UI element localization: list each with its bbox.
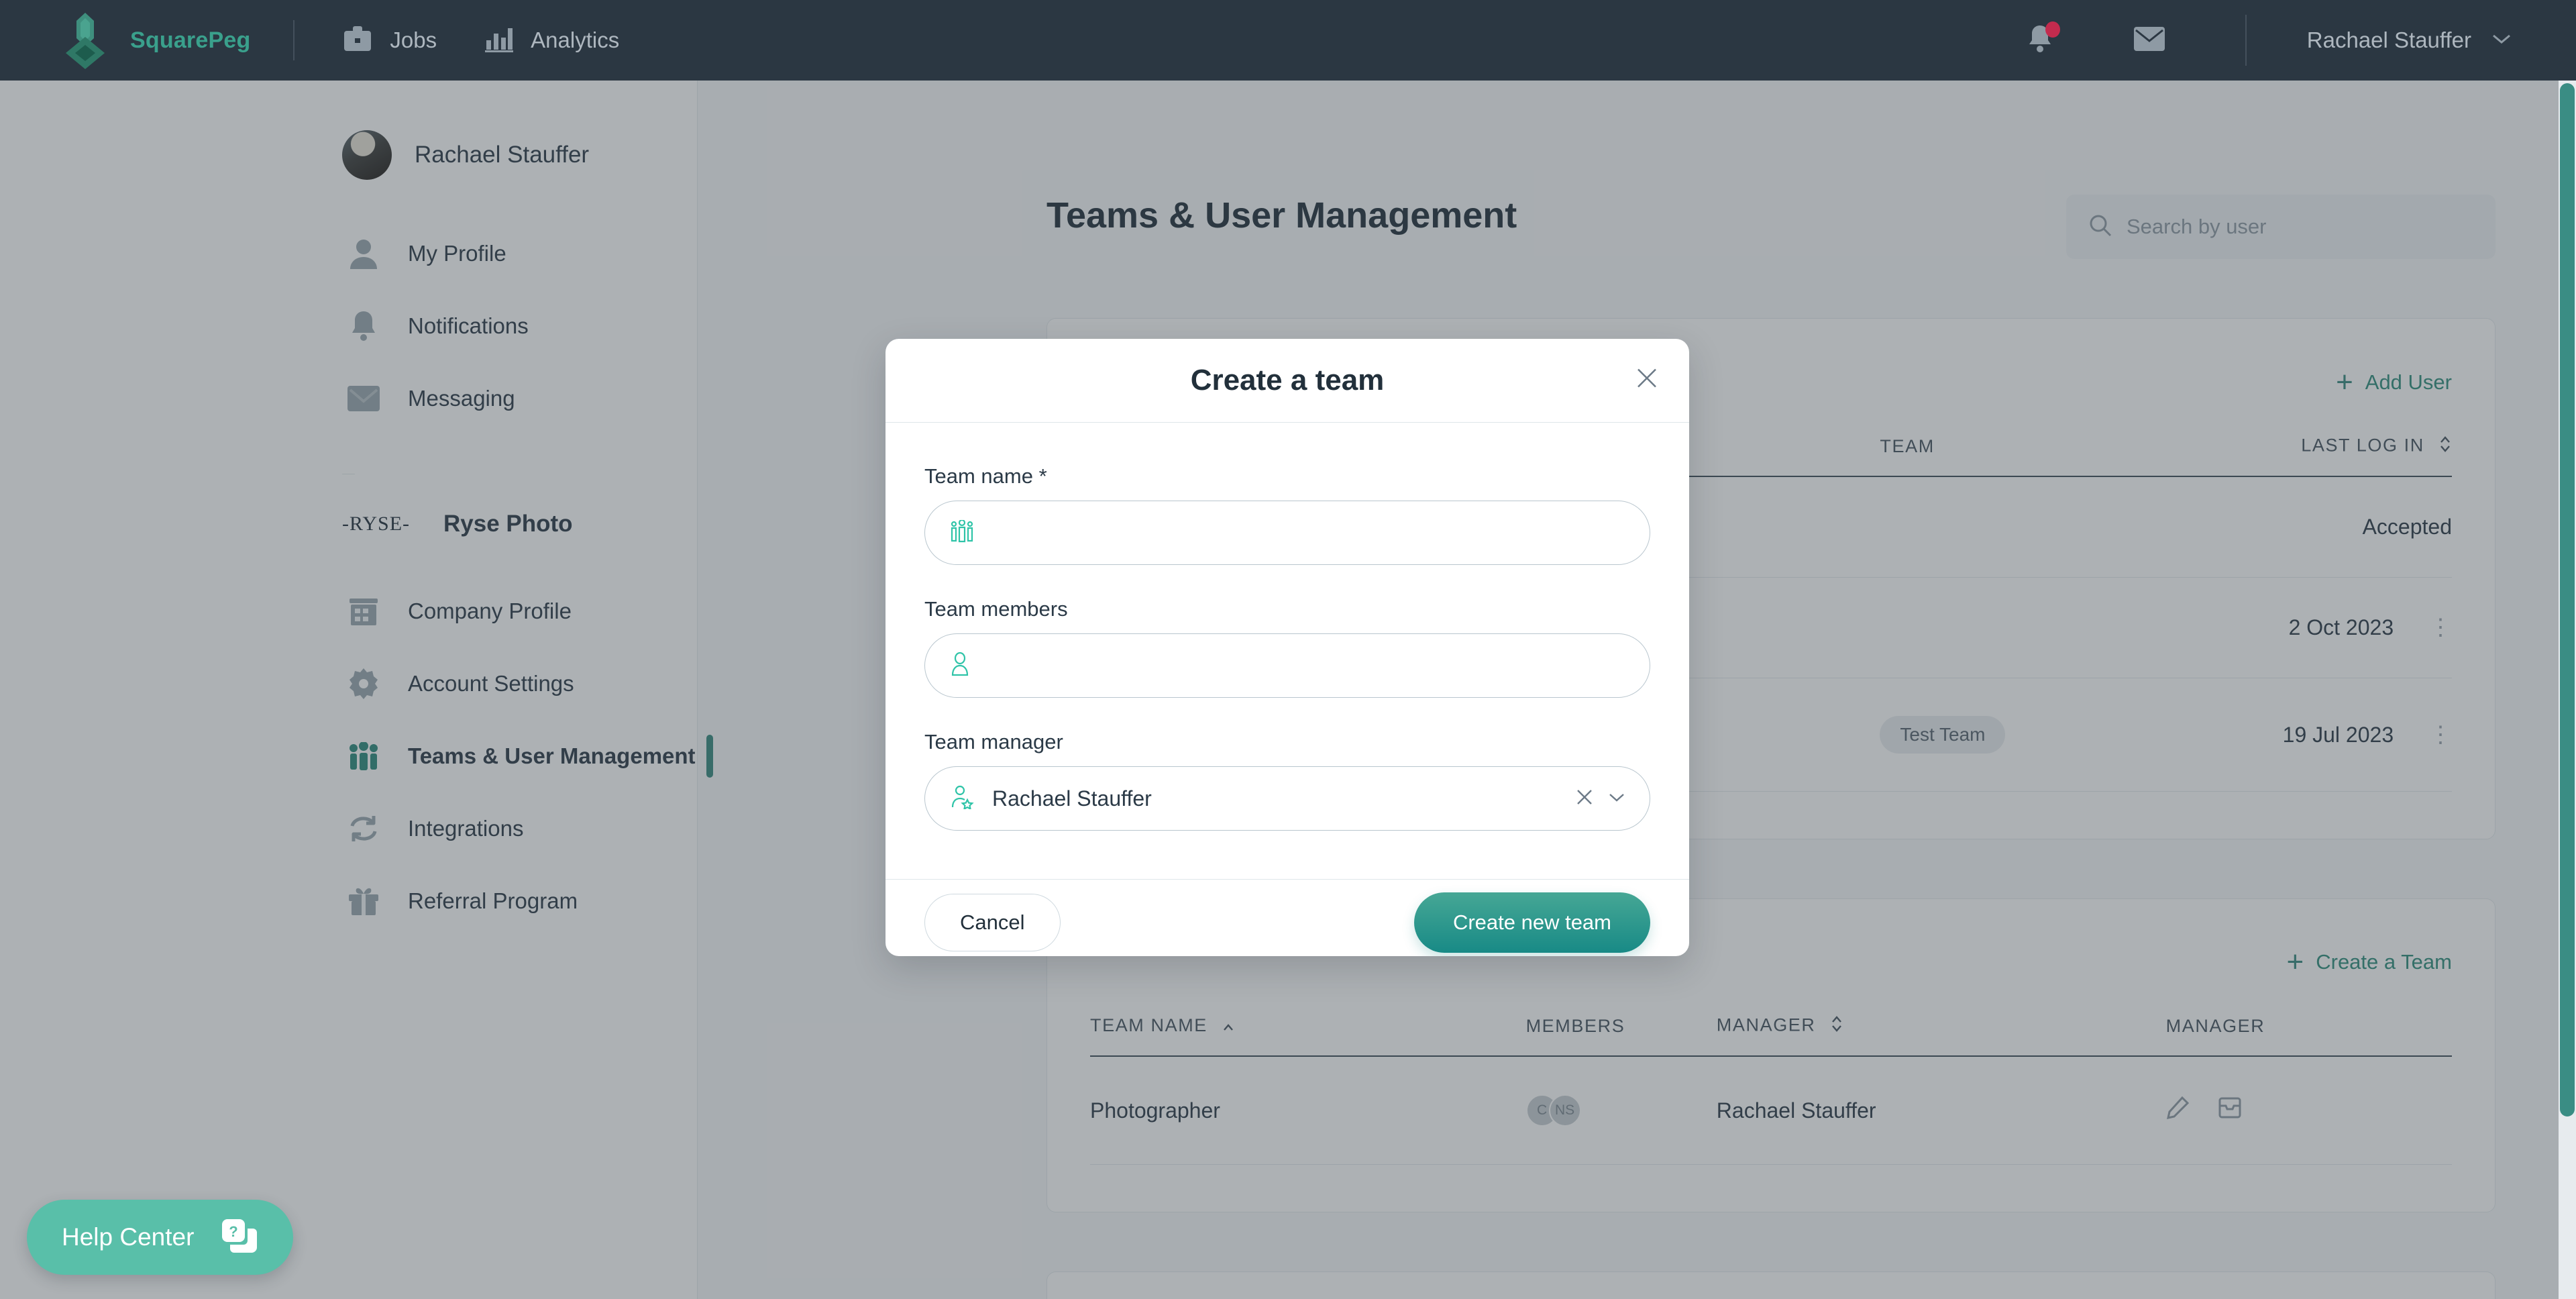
clear-x-icon[interactable] xyxy=(1576,788,1593,809)
modal-body: Team name * Team members Team manager Ra… xyxy=(885,423,1689,870)
create-new-team-button[interactable]: Create new team xyxy=(1413,892,1650,953)
svg-text:?: ? xyxy=(229,1223,238,1240)
briefcase-icon xyxy=(343,25,372,56)
notifications-button[interactable] xyxy=(2027,21,2060,57)
nav-divider xyxy=(293,20,295,60)
create-team-modal: Create a team Team name * Team members T… xyxy=(885,339,1689,956)
squarepeg-logo-icon xyxy=(64,11,117,69)
brand-logo[interactable]: SquarePeg xyxy=(64,11,250,69)
cancel-button[interactable]: Cancel xyxy=(924,893,1061,951)
team-manager-select[interactable]: Rachael Stauffer xyxy=(924,766,1650,831)
modal-title: Create a team xyxy=(1190,364,1385,397)
help-center-label: Help Center xyxy=(62,1223,195,1251)
team-members-input[interactable] xyxy=(924,633,1650,698)
close-icon[interactable] xyxy=(1635,367,1658,395)
bell-icon xyxy=(2027,25,2053,56)
team-manager-value: Rachael Stauffer xyxy=(992,786,1152,811)
notification-badge xyxy=(2045,21,2060,38)
team-manager-controls xyxy=(1576,788,1625,809)
bar-chart-icon xyxy=(485,25,514,56)
team-name-label: Team name * xyxy=(924,464,1047,488)
team-members-label: Team members xyxy=(924,597,1068,621)
user-menu[interactable]: Rachael Stauffer xyxy=(2307,28,2512,53)
nav-item-jobs[interactable]: Jobs xyxy=(343,25,437,56)
nav-right-cluster: Rachael Stauffer xyxy=(2027,15,2576,66)
nav-item-jobs-label: Jobs xyxy=(390,28,437,52)
nav-item-analytics[interactable]: Analytics xyxy=(485,25,619,56)
page-scrollbar-thumb[interactable] xyxy=(2560,83,2575,1116)
modal-header: Create a team xyxy=(885,339,1689,423)
nav-item-analytics-label: Analytics xyxy=(531,28,620,52)
nav-divider-right xyxy=(2245,15,2247,66)
person-outline-icon xyxy=(949,652,971,680)
brand-name: SquarePeg xyxy=(130,27,251,53)
help-center-button[interactable]: Help Center ? xyxy=(27,1200,294,1275)
team-manager-label: Team manager xyxy=(924,730,1063,754)
person-star-icon xyxy=(949,785,975,813)
user-menu-name: Rachael Stauffer xyxy=(2306,28,2471,52)
app-root: SquarePeg Jobs Analytics Rachael Stauffe… xyxy=(0,0,2576,1299)
envelope-icon xyxy=(2133,26,2165,54)
modal-footer: Cancel Create new team xyxy=(885,879,1689,956)
chevron-down-icon xyxy=(2491,33,2512,48)
top-navigation-bar: SquarePeg Jobs Analytics Rachael Stauffe… xyxy=(0,0,2576,81)
team-name-input[interactable] xyxy=(924,501,1650,565)
messages-button[interactable] xyxy=(2133,26,2165,54)
people-group-icon xyxy=(949,519,975,546)
help-question-icon: ? xyxy=(221,1218,258,1257)
chevron-down-icon[interactable] xyxy=(1608,791,1625,807)
